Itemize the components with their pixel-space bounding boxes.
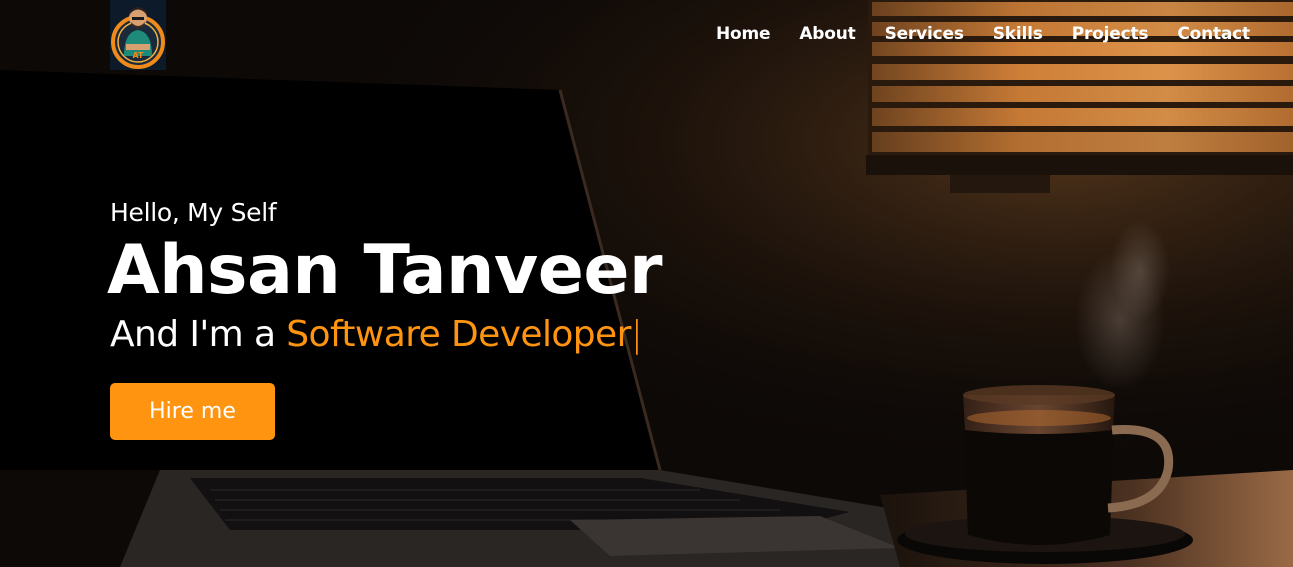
hero-greeting: Hello, My Self (110, 198, 277, 227)
hire-me-button[interactable]: Hire me (110, 383, 275, 440)
navbar: AT Home About Services Skills Projects C… (0, 0, 1293, 72)
nav-home[interactable]: Home (716, 24, 771, 44)
hero-section: Hello, My Self Ahsan Tanveer And I'm a S… (107, 196, 663, 440)
typed-role: Software Developer (286, 314, 631, 355)
nav-about[interactable]: About (799, 24, 855, 44)
nav-services[interactable]: Services (885, 24, 964, 44)
typing-cursor: | (630, 314, 643, 355)
nav-links: Home About Services Skills Projects Cont… (716, 24, 1250, 44)
logo-icon[interactable]: AT (110, 0, 166, 70)
nav-contact[interactable]: Contact (1177, 24, 1250, 44)
nav-skills[interactable]: Skills (993, 24, 1043, 44)
nav-projects[interactable]: Projects (1072, 24, 1149, 44)
hero-role-line: And I'm a Software Developer| (110, 313, 662, 357)
role-prefix: And I'm a (110, 314, 276, 355)
svg-text:AT: AT (132, 51, 144, 60)
hero-name: Ahsan Tanveer (107, 231, 663, 310)
